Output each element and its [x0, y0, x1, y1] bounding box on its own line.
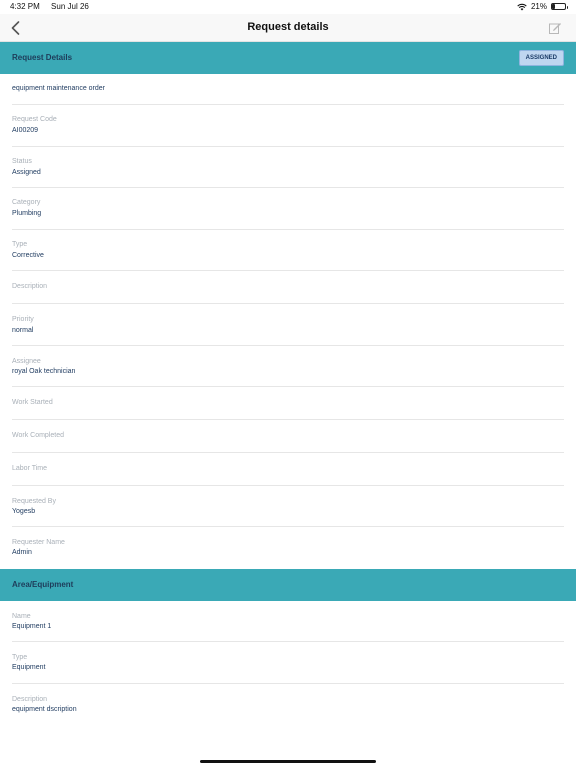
request-code-value: AI00209 — [12, 127, 39, 134]
status-date: Sun Jul 26 — [51, 2, 89, 11]
battery-icon — [551, 3, 568, 10]
page-title: Request details — [247, 21, 329, 33]
category-label: Category — [12, 199, 41, 206]
requester-name-label: Requester Name — [12, 539, 65, 546]
status-badge[interactable]: ASSIGNED — [518, 50, 564, 66]
field-priority: Priority normal — [12, 304, 564, 346]
priority-label: Priority — [12, 316, 34, 323]
equipment-type-label: Type — [12, 654, 28, 661]
status-bar: 4:32 PM Sun Jul 26 21% — [0, 0, 576, 14]
equipment-name-label: Name — [12, 613, 31, 620]
field-equipment-type: Type Equipment — [12, 642, 564, 684]
field-request-name: equipment maintenance order — [12, 74, 564, 105]
home-indicator[interactable] — [200, 760, 376, 763]
requested-by-value: Yogesb — [12, 508, 36, 515]
category-value: Plumbing — [12, 210, 42, 217]
assignee-label: Assignee — [12, 358, 41, 365]
field-requester-name: Requester Name Admin — [12, 527, 564, 569]
description-label: Description — [12, 283, 48, 290]
field-status: Status Assigned — [12, 147, 564, 188]
request-name-value: equipment maintenance order — [12, 85, 106, 92]
section-title-area-equipment: Area/Equipment — [12, 580, 74, 589]
navigation-bar: Request details — [0, 14, 576, 42]
battery-percent: 21% — [530, 2, 547, 11]
labor-time-label: Labor Time — [12, 465, 48, 472]
edit-icon — [549, 23, 561, 34]
equipment-description-value: equipment dscription — [12, 706, 77, 713]
request-details-header: Request Details ASSIGNED — [0, 42, 576, 74]
field-type: Type Corrective — [12, 230, 564, 271]
assignee-value: royal Oak technician — [12, 368, 76, 375]
type-label: Type — [12, 241, 28, 248]
type-value: Corrective — [12, 252, 44, 259]
battery-level — [552, 4, 555, 9]
request-code-label: Request Code — [12, 116, 57, 123]
field-equipment-name: Name Equipment 1 — [12, 601, 564, 642]
field-work-completed: Work Completed — [12, 420, 564, 453]
section-title-request-details: Request Details — [12, 53, 73, 62]
requested-by-label: Requested By — [12, 498, 56, 505]
wifi-icon — [517, 3, 527, 10]
work-completed-label: Work Completed — [12, 432, 65, 439]
status-time: 4:32 PM — [10, 2, 40, 11]
equipment-name-value: Equipment 1 — [12, 623, 52, 630]
status-value: Assigned — [12, 169, 41, 176]
field-equipment-description: Description equipment dscription — [12, 684, 564, 726]
edit-button[interactable] — [548, 21, 562, 35]
area-equipment-header: Area/Equipment — [0, 569, 576, 601]
work-started-label: Work Started — [12, 399, 53, 406]
field-work-started: Work Started — [12, 387, 564, 420]
field-category: Category Plumbing — [12, 188, 564, 230]
equipment-type-value: Equipment — [12, 664, 46, 671]
priority-value: normal — [12, 327, 34, 334]
requester-name-value: Admin — [12, 549, 32, 556]
field-assignee: Assignee royal Oak technician — [12, 346, 564, 387]
field-labor-time: Labor Time — [12, 453, 564, 486]
status-label: Status — [12, 158, 32, 165]
field-description: Description — [12, 271, 564, 304]
field-request-code: Request Code AI00209 — [12, 105, 564, 147]
equipment-description-label: Description — [12, 696, 48, 703]
field-requested-by: Requested By Yogesb — [12, 486, 564, 527]
